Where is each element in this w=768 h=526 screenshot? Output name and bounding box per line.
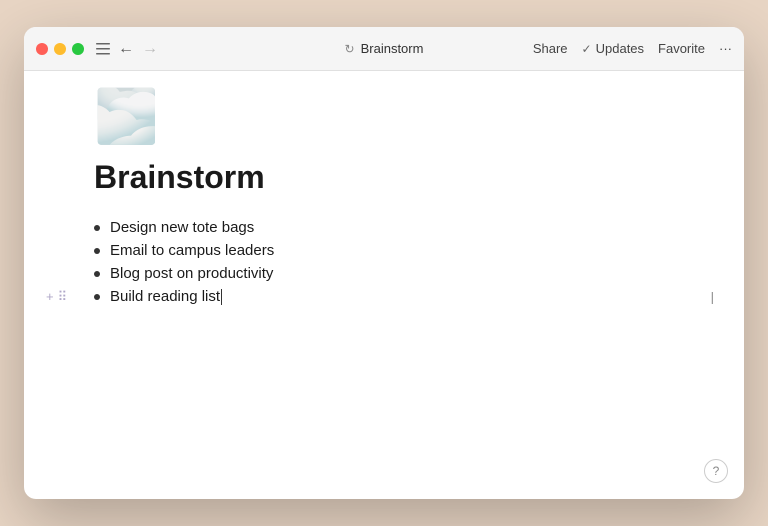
toolbar-icons: ← → bbox=[96, 40, 158, 58]
traffic-lights bbox=[36, 43, 84, 55]
list-item-text[interactable]: Blog post on productivity bbox=[110, 265, 273, 282]
page-icon[interactable]: 🌫️ bbox=[94, 91, 684, 143]
list-item-active: + ⠿ Build reading list | bbox=[94, 285, 684, 308]
page-title-bar: Brainstorm bbox=[361, 41, 424, 56]
maximize-button[interactable] bbox=[72, 43, 84, 55]
page-emoji: 🌫️ bbox=[94, 91, 684, 143]
content-area: 🌫️ Brainstorm Design new tote bags Email… bbox=[24, 71, 744, 499]
list-item-controls: + ⠿ bbox=[46, 289, 67, 305]
list-item: Email to campus leaders bbox=[94, 239, 684, 262]
bullet-list: Design new tote bags Email to campus lea… bbox=[94, 216, 684, 308]
more-button[interactable]: ··· bbox=[719, 41, 732, 56]
titlebar: ← → ↻ Brainstorm Share ✓ Updates Favorit… bbox=[24, 27, 744, 71]
list-item-text[interactable]: Email to campus leaders bbox=[110, 242, 274, 259]
share-label: Share bbox=[533, 41, 568, 56]
drag-handle[interactable]: ⠿ bbox=[58, 289, 68, 305]
updates-label: Updates bbox=[596, 41, 644, 56]
updates-button[interactable]: ✓ Updates bbox=[582, 41, 644, 56]
help-label: ? bbox=[713, 464, 720, 478]
refresh-icon: ↻ bbox=[345, 42, 355, 56]
app-window: ← → ↻ Brainstorm Share ✓ Updates Favorit… bbox=[24, 27, 744, 499]
bullet-point bbox=[94, 225, 100, 231]
bullet-point bbox=[94, 271, 100, 277]
minimize-button[interactable] bbox=[54, 43, 66, 55]
help-button[interactable]: ? bbox=[704, 459, 728, 483]
forward-icon[interactable]: → bbox=[142, 40, 158, 58]
back-icon[interactable]: ← bbox=[118, 40, 134, 58]
close-button[interactable] bbox=[36, 43, 48, 55]
list-item-text-editing[interactable]: Build reading list bbox=[110, 288, 222, 305]
more-label: ··· bbox=[719, 41, 732, 56]
add-block-button[interactable]: + bbox=[46, 289, 54, 304]
favorite-button[interactable]: Favorite bbox=[658, 41, 705, 56]
menu-icon[interactable] bbox=[96, 43, 110, 55]
title-area: ↻ Brainstorm bbox=[345, 41, 424, 56]
text-cursor: | bbox=[711, 289, 714, 304]
list-item-text[interactable]: Design new tote bags bbox=[110, 219, 254, 236]
list-item: Blog post on productivity bbox=[94, 262, 684, 285]
check-icon: ✓ bbox=[582, 42, 592, 56]
bullet-point bbox=[94, 294, 100, 300]
bullet-point bbox=[94, 248, 100, 254]
favorite-label: Favorite bbox=[658, 41, 705, 56]
share-button[interactable]: Share bbox=[533, 41, 568, 56]
right-actions: Share ✓ Updates Favorite ··· bbox=[533, 41, 732, 56]
page-heading[interactable]: Brainstorm bbox=[94, 159, 684, 196]
list-item: Design new tote bags bbox=[94, 216, 684, 239]
